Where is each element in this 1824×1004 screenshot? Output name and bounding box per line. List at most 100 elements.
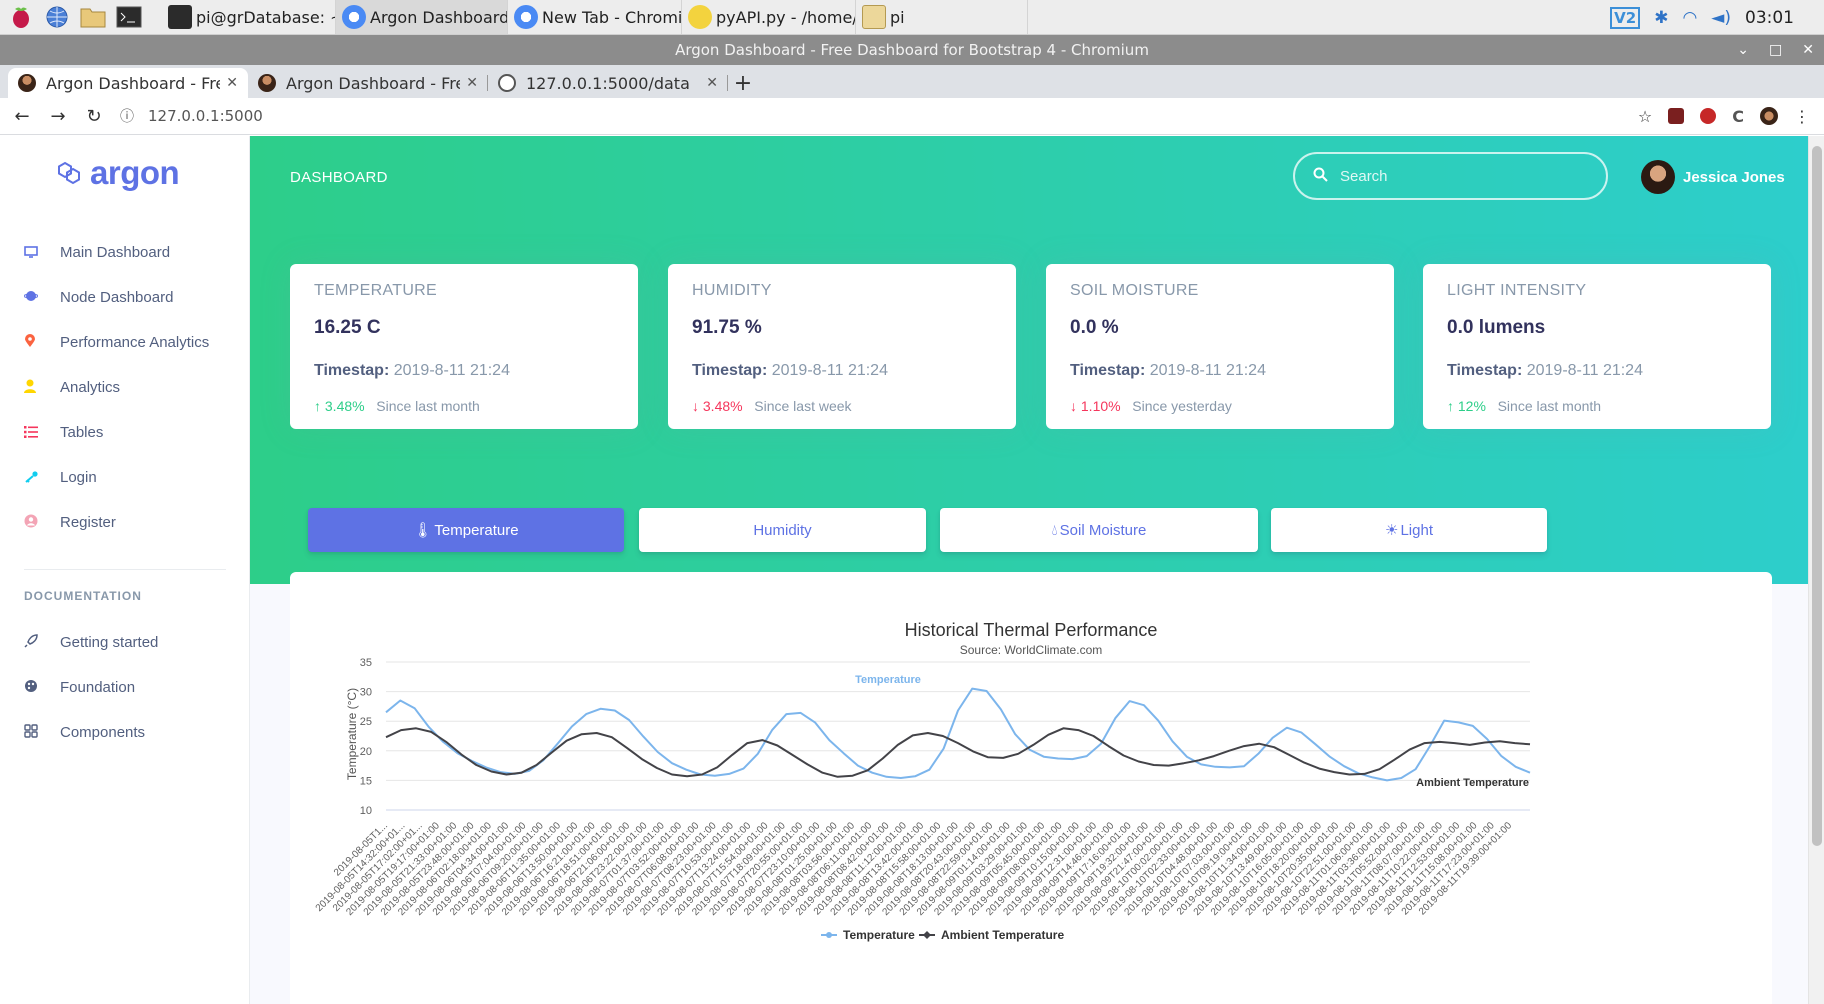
wifi-icon[interactable]: ◠ (1682, 8, 1697, 28)
sidebar-item-main-dashboard[interactable]: Main Dashboard (24, 230, 230, 275)
tab-close-icon[interactable]: ✕ (706, 75, 718, 91)
y-tick-label: 30 (360, 687, 372, 699)
sidebar-item-getting-started[interactable]: Getting started (24, 620, 230, 665)
chart-legend[interactable]: Temperature Ambient Temperature (821, 928, 1064, 942)
back-icon[interactable]: ← (8, 106, 36, 127)
ublock-icon[interactable] (1700, 108, 1717, 124)
tab-humidity[interactable]: Humidity (639, 508, 926, 552)
info-icon[interactable]: ⓘ (120, 106, 140, 126)
sidebar-item-performance-analytics[interactable]: Performance Analytics (24, 320, 230, 365)
address-bar[interactable]: ⓘ 127.0.0.1:5000 (120, 102, 1638, 131)
chart-series (385, 687, 1531, 782)
series-line-ambient-temperature[interactable] (385, 727, 1531, 778)
sidebar-item-components[interactable]: Components (24, 710, 230, 755)
browser-tab-data[interactable]: 127.0.0.1:5000/data ✕ (488, 68, 728, 98)
new-tab-button[interactable]: + (728, 68, 758, 98)
stat-change: 12% (1457, 398, 1486, 414)
sidebar-item-label: Analytics (60, 379, 121, 396)
raspberry-menu-icon[interactable] (6, 2, 36, 32)
palette-icon (24, 679, 60, 696)
extension-icon[interactable] (1668, 108, 1685, 124)
forward-icon[interactable]: → (44, 106, 72, 127)
globe-icon[interactable] (42, 2, 72, 32)
series-label-temperature: Temperature (855, 674, 921, 686)
sidebar-item-login[interactable]: Login (24, 455, 230, 500)
sidebar-item-foundation[interactable]: Foundation (24, 665, 230, 710)
browser-tab-argon-1[interactable]: Argon Dashboard - Free Da ✕ (8, 68, 248, 98)
legend-item-ambient[interactable]: Ambient Temperature (919, 928, 1064, 942)
taskbar-task-pyapi[interactable]: pyAPI.py - /home/pi/... (682, 0, 856, 34)
sidebar-item-label: Getting started (60, 634, 159, 651)
series-line-temperature[interactable] (385, 687, 1531, 782)
taskbar-task-newtab[interactable]: New Tab - Chromium (508, 0, 682, 34)
window-close-icon[interactable]: ✕ (1802, 42, 1814, 58)
stat-value: 0.0 lumens (1447, 317, 1546, 338)
sidebar-item-label: Node Dashboard (60, 289, 174, 306)
taskbar-task-folder[interactable]: pi (856, 0, 1028, 34)
browser-toolbar: ← → ↻ ⓘ 127.0.0.1:5000 ☆ C ⋮ (0, 98, 1824, 135)
tab-light[interactable]: ☀︎ Light (1271, 508, 1547, 552)
chart-card: Historical Thermal Performance Source: W… (290, 572, 1772, 1004)
bookmark-star-icon[interactable]: ☆ (1638, 107, 1652, 126)
globe-favicon-icon (498, 74, 516, 92)
window-maximize-icon[interactable]: □ (1769, 42, 1782, 58)
arrow-down-icon: ↓ (1070, 398, 1077, 414)
bluetooth-icon[interactable]: ✱ (1654, 8, 1668, 28)
sidebar-item-node-dashboard[interactable]: Node Dashboard (23, 275, 230, 320)
menu-dots-icon[interactable]: ⋮ (1794, 107, 1810, 126)
monitor-icon (24, 245, 60, 261)
timestamp-value: 2019-8-11 21:24 (771, 362, 888, 379)
x-axis-ticks: 2019-08-05T1...2019-08-05T14:32:00+01...… (314, 820, 1515, 918)
reload-icon[interactable]: ↻ (80, 106, 108, 127)
page-scrollbar[interactable] (1808, 136, 1824, 1004)
legend-item-temperature[interactable]: Temperature (821, 928, 915, 942)
search-box[interactable]: Search (1293, 152, 1608, 200)
sidebar-item-analytics[interactable]: Analytics (24, 365, 230, 410)
volume-icon[interactable]: ◄) (1711, 8, 1731, 28)
brand-text: argon (90, 154, 180, 191)
timestamp-label: Timestap: (1447, 362, 1523, 379)
task-label: pi (890, 7, 905, 27)
list-icon (24, 425, 60, 441)
y-tick-label: 20 (360, 746, 372, 758)
vnc-icon[interactable]: V2 (1610, 6, 1641, 29)
user-menu[interactable]: Jessica Jones (1641, 160, 1785, 194)
tab-close-icon[interactable]: ✕ (226, 75, 238, 91)
extension-c-icon[interactable]: C (1732, 107, 1744, 126)
chart-subtitle: Source: WorldClimate.com (960, 643, 1103, 657)
stat-value: 0.0 % (1070, 317, 1119, 338)
search-input[interactable]: Search (1340, 168, 1388, 185)
sidebar-item-tables[interactable]: Tables (24, 410, 230, 455)
system-tray: V2 ✱ ◠ ◄) 03:01 (1610, 0, 1824, 35)
key-icon (24, 470, 60, 486)
sidebar-item-label: Components (60, 724, 146, 741)
brand-logo[interactable]: argon (56, 154, 180, 192)
avatar[interactable] (1641, 160, 1675, 194)
file-manager-icon[interactable] (78, 2, 108, 32)
profile-avatar[interactable] (1760, 107, 1778, 125)
tab-label: 127.0.0.1:5000/data (526, 73, 690, 93)
terminal-launcher-icon[interactable] (114, 2, 144, 32)
taskbar-task-argon[interactable]: Argon Dashboard - Fr... (336, 0, 508, 34)
browser-tabstrip: Argon Dashboard - Free Da ✕ Argon Dashbo… (0, 65, 1824, 98)
thermometer-icon: 🌡︎ (413, 522, 433, 539)
clock[interactable]: 03:01 (1745, 8, 1794, 28)
sidebar-heading-documentation: DOCUMENTATION (24, 589, 142, 603)
task-label: pi@grDatabase: ~ (196, 7, 336, 27)
stat-title: LIGHT INTENSITY (1447, 282, 1587, 299)
gridlines (386, 661, 1530, 811)
scrollbar-thumb[interactable] (1812, 146, 1822, 846)
tab-label: Light (1400, 521, 1433, 539)
sidebar-item-register[interactable]: Register (24, 500, 230, 545)
browser-tab-argon-2[interactable]: Argon Dashboard - Free Da ✕ (248, 68, 488, 98)
tab-temperature[interactable]: 🌡︎ Temperature (308, 508, 624, 552)
page-title[interactable]: DASHBOARD (290, 169, 388, 186)
url-text: 127.0.0.1:5000 (148, 107, 263, 125)
stat-footer: ↓ 3.48% Since last week (692, 398, 852, 414)
temperature-chart: Historical Thermal Performance Source: W… (314, 620, 1531, 942)
tab-soil-moisture[interactable]: 💧︎ Soil Moisture (940, 508, 1258, 552)
window-minimize-icon[interactable]: ⌄ (1737, 42, 1749, 58)
taskbar-task-terminal[interactable]: pi@grDatabase: ~ (162, 0, 336, 34)
spaceship-icon (24, 634, 60, 651)
tab-close-icon[interactable]: ✕ (466, 75, 478, 91)
